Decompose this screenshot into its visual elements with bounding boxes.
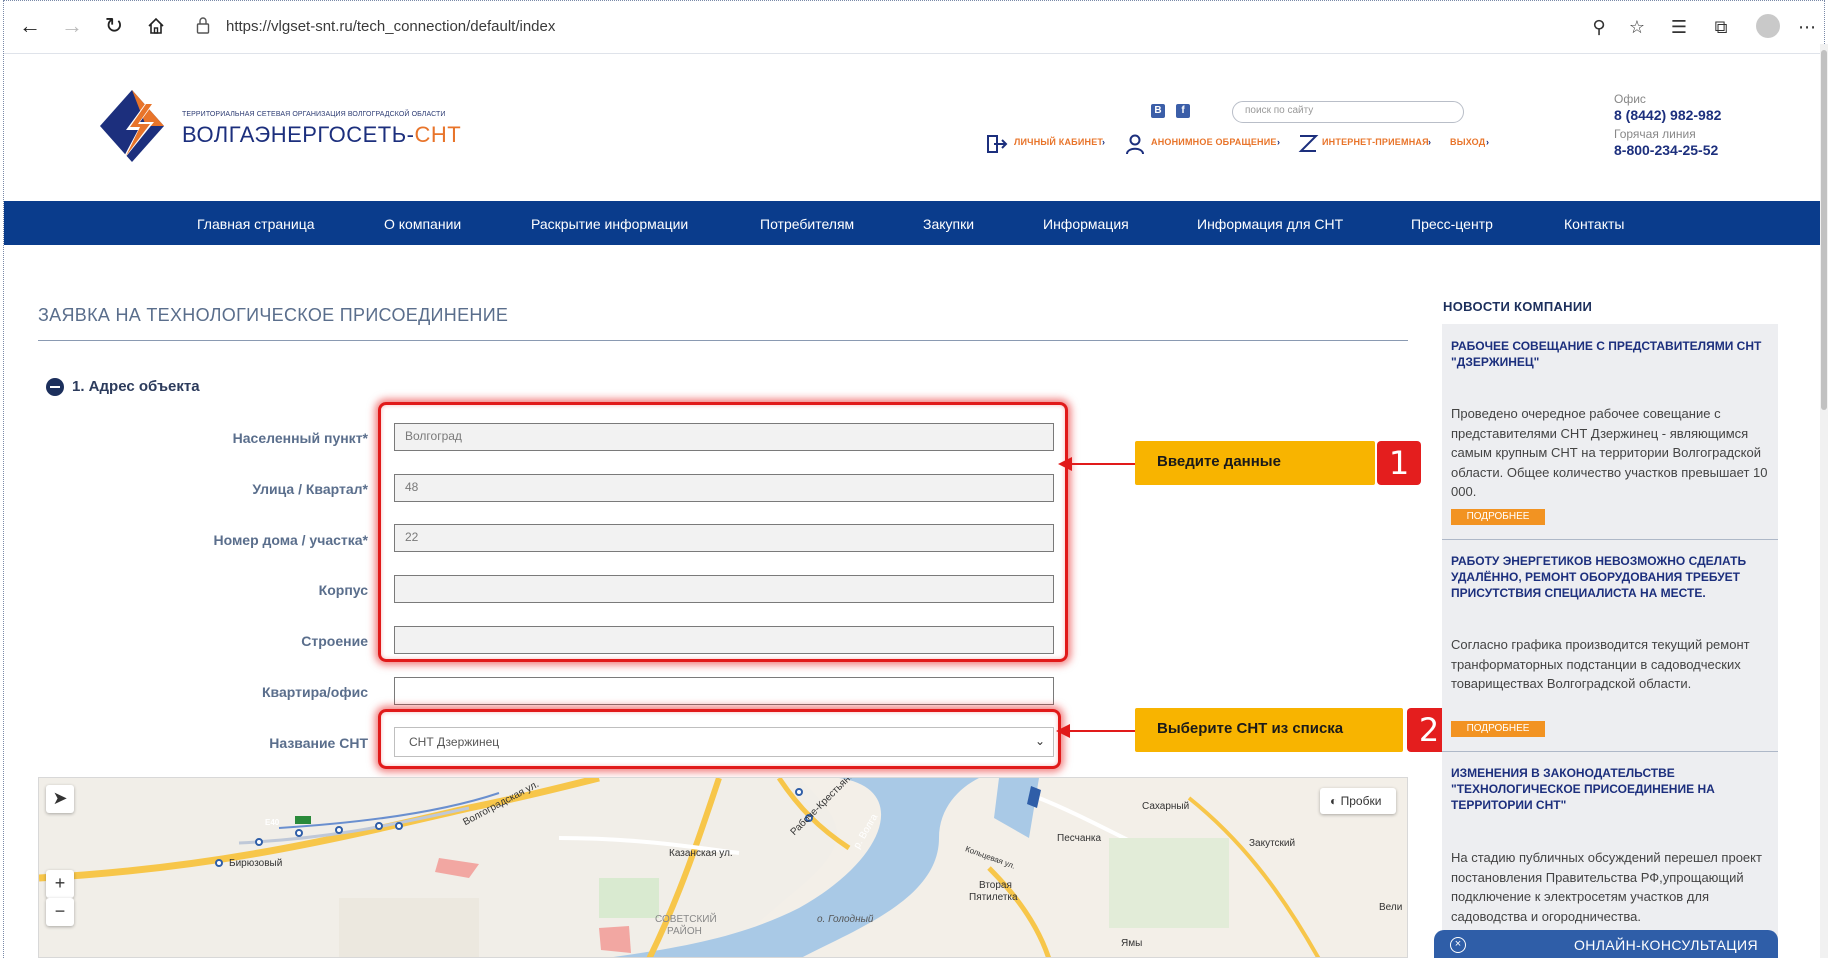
street-label: Улица / Квартал* (252, 481, 368, 497)
highlight-snt-select (378, 709, 1061, 769)
facebook-icon[interactable]: f (1176, 104, 1190, 118)
map-label-e40: E40 (265, 818, 280, 827)
page-title: ЗАЯВКА НА ТЕХНОЛОГИЧЕСКОЕ ПРИСОЕДИНЕНИЕ (38, 305, 509, 325)
map-label-sovetsky-1: СОВЕТСКИЙ (655, 914, 717, 925)
anonymous-link[interactable]: АНОНИМНОЕ ОБРАЩЕНИЕ (1151, 137, 1277, 147)
news-title-1[interactable]: РАБОЧЕЕ СОВЕЩАНИЕ С ПРЕДСТАВИТЕЛЯМИ СНТ … (1451, 338, 1771, 370)
menu-icon[interactable]: ⋯ (1794, 14, 1820, 40)
map-label-peschanka: Песчанка (1057, 833, 1102, 844)
apartment-input[interactable] (394, 677, 1054, 705)
forward-icon[interactable]: → (58, 12, 86, 40)
callout-2: Выберите СНТ из списка (1135, 708, 1403, 752)
map-label-zakutsky: Закутский (1249, 838, 1296, 849)
favorites-icon[interactable]: ☰ (1666, 14, 1692, 40)
callout-1: Введите данные (1135, 441, 1375, 485)
refresh-icon[interactable]: ↻ (100, 12, 128, 40)
logo-title-main: ВОЛГАЭНЕРГОСЕТЬ- (182, 122, 415, 147)
lock-icon (196, 16, 210, 34)
logo-title-accent: СНТ (414, 122, 462, 147)
reception-link[interactable]: ИНТЕРНЕТ-ПРИЕМНАЯ (1322, 137, 1429, 147)
cabinet-chevron-icon: › (1102, 137, 1106, 147)
nav-item-snt-info[interactable]: Информация для СНТ (1197, 216, 1343, 232)
callout-1-arrow (1068, 463, 1136, 465)
section-title[interactable]: 1. Адрес объекта (72, 378, 200, 395)
map-label-vtoraya: Вторая (979, 880, 1012, 891)
map-label-sovetsky-2: РАЙОН (667, 926, 702, 937)
hotline-phone[interactable]: 8-800-234-25-52 (1614, 142, 1718, 158)
news-text-1: Проведено очередное рабочее совещание с … (1451, 406, 1768, 499)
traffic-button[interactable]: ◐ Пробки (1320, 788, 1396, 814)
hotline-label: Горячая линия (1614, 127, 1696, 141)
map[interactable]: E40 Бирюзовый Волгоградская ул. Казанска… (38, 777, 1408, 958)
highlight-address-fields (378, 402, 1068, 662)
nav-item-home[interactable]: Главная страница (197, 216, 315, 232)
zoom-icon[interactable]: ⚲ (1586, 14, 1612, 40)
map-label-birjuzovy: Бирюзовый (229, 858, 283, 869)
map-label-pyatiletka: Пятилетка (969, 892, 1018, 903)
block-label: Корпус (318, 582, 368, 598)
map-label-golodny: о. Голодный (817, 914, 874, 925)
site-search-input[interactable]: поиск по сайту (1232, 101, 1464, 123)
reception-icon (1297, 133, 1319, 155)
url-text[interactable]: https://vlgset-snt.ru/tech_connection/de… (226, 18, 555, 35)
callout-2-arrow (1066, 730, 1136, 732)
nav-item-press[interactable]: Пресс-центр (1411, 216, 1493, 232)
cabinet-icon (986, 133, 1008, 155)
vk-icon[interactable]: В (1151, 104, 1165, 118)
news-more-button-2[interactable]: ПОДРОБНЕЕ (1451, 721, 1545, 737)
office-phone[interactable]: 8 (8442) 982-982 (1614, 107, 1721, 123)
home-icon[interactable] (142, 12, 170, 40)
scrollbar-thumb[interactable] (1821, 50, 1827, 410)
settlement-label: Населенный пункт* (232, 430, 368, 446)
news-title-2[interactable]: РАБОТУ ЭНЕРГЕТИКОВ НЕВОЗМОЖНО СДЕЛАТЬ УД… (1451, 553, 1771, 601)
logout-link[interactable]: ВЫХОД (1450, 137, 1485, 147)
traffic-icon: ◐ (1330, 794, 1341, 808)
map-label-kazanskaya: Казанская ул. (669, 848, 733, 859)
profile-avatar[interactable] (1756, 14, 1780, 38)
office-label: Офис (1614, 92, 1646, 106)
callout-1-number: 1 (1377, 441, 1421, 485)
nav-item-about[interactable]: О компании (384, 216, 461, 232)
news-heading: НОВОСТИ КОМПАНИИ (1443, 299, 1593, 314)
geolocation-icon[interactable]: ➤ (46, 785, 74, 813)
map-label-yamy: Ямы (1121, 938, 1143, 949)
online-consultation-button[interactable]: ОНЛАЙН-КОНСУЛЬТАЦИЯ (1434, 930, 1778, 958)
star-icon[interactable]: ☆ (1624, 14, 1650, 40)
logo-subtitle: ТЕРРИТОРИАЛЬНАЯ СЕТЕВАЯ ОРГАНИЗАЦИЯ ВОЛГ… (182, 111, 446, 118)
zoom-out-button[interactable]: − (46, 898, 74, 926)
nav-item-information[interactable]: Информация (1043, 216, 1129, 232)
cabinet-link[interactable]: ЛИЧНЫЙ КАБИНЕТ (1014, 137, 1103, 147)
nav-item-contacts[interactable]: Контакты (1564, 216, 1624, 232)
map-label-veli: Вели (1379, 902, 1403, 913)
close-icon[interactable]: × (1450, 937, 1466, 953)
news-divider-1 (1442, 539, 1778, 540)
map-label-sakharny: Сахарный (1142, 801, 1190, 812)
reception-chevron-icon: › (1428, 137, 1432, 147)
traffic-label: Пробки (1340, 794, 1382, 808)
title-divider (38, 340, 1408, 341)
anonymous-chevron-icon: › (1277, 137, 1281, 147)
news-text-3: На стадию публичных обсуждений перешел п… (1451, 850, 1762, 924)
building-label: Строение (301, 633, 368, 649)
nav-item-disclosure[interactable]: Раскрытие информации (531, 216, 688, 232)
collapse-section-icon[interactable] (46, 378, 64, 396)
nav-item-consumers[interactable]: Потребителям (760, 216, 854, 232)
news-title-3[interactable]: ИЗМЕНЕНИЯ В ЗАКОНОДАТЕЛЬСТВЕ "ТЕХНОЛОГИЧ… (1451, 765, 1771, 813)
apartment-label: Квартира/офис (261, 684, 368, 700)
collections-icon[interactable]: ⧉ (1708, 14, 1734, 40)
user-icon (1124, 133, 1146, 155)
nav-item-purchases[interactable]: Закупки (923, 216, 974, 232)
news-divider-2 (1442, 751, 1778, 752)
house-label: Номер дома / участка* (213, 532, 368, 548)
logout-chevron-icon: › (1486, 137, 1490, 147)
news-more-button-1[interactable]: ПОДРОБНЕЕ (1451, 509, 1545, 525)
news-text-2: Согласно графика производится текущий ре… (1451, 637, 1750, 691)
snt-label: Название СНТ (269, 735, 368, 751)
logo-title[interactable]: ВОЛГАЭНЕРГОСЕТЬ-СНТ (182, 122, 461, 148)
logo-icon[interactable] (96, 86, 168, 166)
back-icon[interactable]: ← (16, 12, 44, 40)
zoom-in-button[interactable]: + (46, 870, 74, 898)
